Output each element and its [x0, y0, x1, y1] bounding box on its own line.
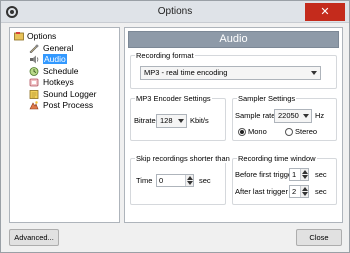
before-first-trigger-label: Before first trigger: [235, 170, 295, 179]
stereo-radio[interactable]: [285, 128, 293, 136]
tree-item-hotkeys[interactable]: Hotkeys: [10, 77, 119, 89]
chevron-down-icon: [178, 119, 184, 123]
audio-icon: [30, 55, 39, 64]
tree-item-audio[interactable]: Audio: [10, 54, 119, 66]
tree-item-label: Schedule: [43, 65, 79, 76]
post-process-icon: [29, 101, 39, 110]
spin-up-icon[interactable]: [302, 170, 308, 174]
sound-logger-icon: [29, 89, 39, 99]
after-last-trigger-stepper[interactable]: 2: [289, 185, 309, 198]
after-last-trigger-label: After last trigger: [235, 187, 288, 196]
stereo-label: Stereo: [295, 127, 318, 136]
mono-radio[interactable]: [238, 128, 246, 136]
mp3-encoder-legend: MP3 Encoder Settings: [135, 94, 212, 103]
after-last-trigger-value: 2: [292, 187, 297, 196]
tree-item-schedule[interactable]: Schedule: [10, 66, 119, 78]
tree-item-label: Post Process: [43, 100, 94, 110]
spin-down-icon[interactable]: [302, 175, 308, 179]
sampler-settings-legend: Sampler Settings: [237, 94, 297, 103]
sample-rate-value: 22050: [278, 111, 299, 120]
before-first-trigger-stepper[interactable]: 1: [289, 168, 309, 181]
general-icon: [29, 44, 39, 53]
recording-format-value: MP3 - real time encoding: [144, 68, 228, 77]
audio-settings-panel: Audio Recording format MP3 - real time e…: [124, 27, 343, 223]
recording-format-select[interactable]: MP3 - real time encoding: [140, 66, 321, 80]
bitrate-label: Bitrate: [134, 116, 156, 125]
recording-format-group: Recording format MP3 - real time encodin…: [130, 51, 337, 89]
schedule-icon: [29, 66, 39, 76]
bitrate-value: 128: [160, 116, 173, 125]
spin-down-icon[interactable]: [302, 192, 308, 196]
time-value: 0: [159, 176, 164, 185]
tree-item-options[interactable]: Options: [10, 31, 119, 43]
spin-up-icon[interactable]: [302, 187, 308, 191]
advanced-button[interactable]: Advanced...: [9, 229, 59, 246]
tree-item-label: Options: [27, 31, 57, 41]
close-button[interactable]: Close: [296, 229, 342, 246]
bitrate-select[interactable]: 128: [156, 114, 187, 128]
window-title: Options: [157, 6, 193, 17]
time-label: Time: [136, 176, 153, 185]
mono-label: Mono: [248, 127, 267, 136]
panel-heading: Audio: [128, 31, 339, 48]
time-unit: sec: [199, 176, 211, 185]
recording-time-window-legend: Recording time window: [237, 154, 317, 163]
before-first-trigger-value: 1: [292, 170, 297, 179]
hotkeys-icon: [29, 78, 39, 87]
time-stepper-buttons[interactable]: [185, 175, 193, 186]
sample-rate-label: Sample rate: [235, 111, 276, 120]
sampler-settings-group: Sampler Settings Sample rate 22050 Hz Mo…: [232, 94, 337, 141]
bitrate-unit: Kbit/s: [190, 116, 209, 125]
chevron-down-icon: [303, 114, 309, 118]
options-icon: [14, 32, 24, 41]
skip-recordings-legend: Skip recordings shorter than: [135, 154, 231, 163]
spin-down-icon[interactable]: [187, 181, 193, 185]
tree-item-label: General: [43, 42, 74, 53]
time-stepper[interactable]: 0: [156, 174, 194, 187]
recording-time-window-group: Recording time window Before first trigg…: [232, 154, 337, 205]
tree-item-sound-logger[interactable]: Sound Logger: [10, 89, 119, 101]
after-stepper-buttons[interactable]: [300, 186, 308, 197]
chevron-down-icon: [311, 71, 317, 75]
options-window: Options ✕ Options General Audio Schedule…: [0, 0, 350, 253]
skip-recordings-group: Skip recordings shorter than Time 0 sec: [130, 154, 231, 205]
options-tree: Options General Audio Schedule Hotkeys S…: [9, 27, 120, 223]
tree-item-post-process[interactable]: Post Process: [10, 100, 119, 112]
window-close-button[interactable]: ✕: [305, 3, 345, 21]
before-stepper-buttons[interactable]: [300, 169, 308, 180]
sample-rate-select[interactable]: 22050: [274, 109, 312, 123]
mp3-encoder-group: MP3 Encoder Settings Bitrate 128 Kbit/s: [130, 94, 226, 141]
tree-item-label: Audio: [43, 54, 67, 64]
recording-format-legend: Recording format: [135, 51, 195, 60]
tree-item-label: Sound Logger: [43, 88, 97, 99]
tree-item-general[interactable]: General: [10, 43, 119, 55]
title-bar[interactable]: Options ✕: [1, 1, 349, 23]
sample-rate-unit: Hz: [315, 111, 325, 120]
after-last-trigger-unit: sec: [315, 187, 327, 196]
spin-up-icon[interactable]: [187, 176, 193, 180]
tree-item-label: Hotkeys: [43, 77, 74, 87]
before-first-trigger-unit: sec: [315, 170, 327, 179]
